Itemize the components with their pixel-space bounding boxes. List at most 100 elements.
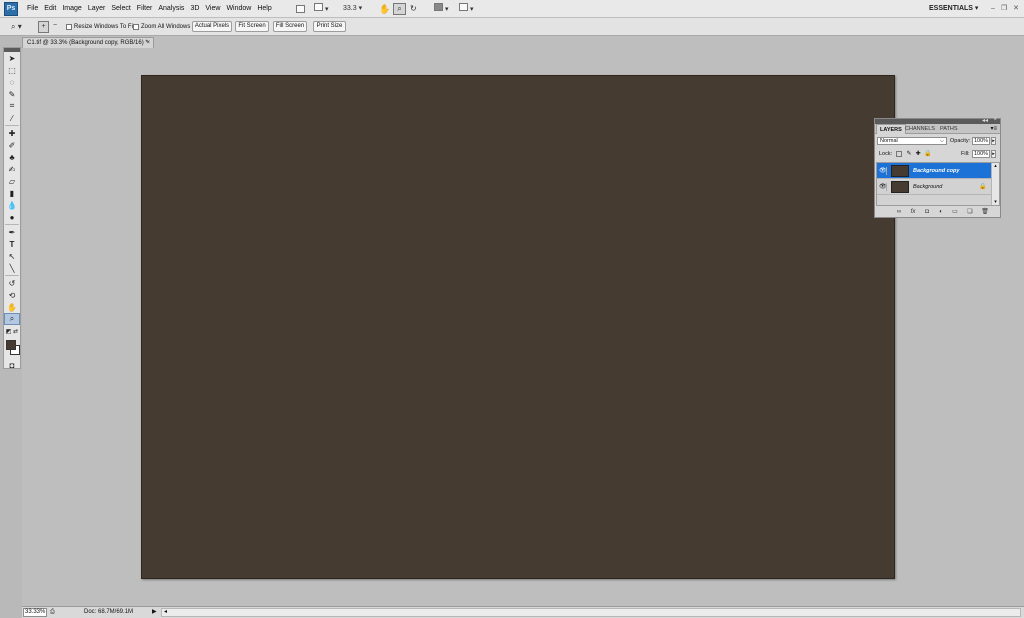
- lock-position-icon[interactable]: ✚: [915, 151, 921, 157]
- menu-3d[interactable]: 3D: [190, 0, 204, 18]
- new-layer-icon[interactable]: ❏: [966, 208, 974, 216]
- panel-close-icon[interactable]: ×: [993, 117, 997, 123]
- menu-bar: Ps File Edit Image Layer Select Filter A…: [0, 0, 1024, 18]
- layer-row-background[interactable]: 👁 Background 🔒: [877, 179, 992, 195]
- dodge-tool-icon[interactable]: ●: [4, 211, 20, 223]
- 3d-rotate-tool-icon[interactable]: ↺: [4, 277, 20, 289]
- checkbox-box: [66, 24, 72, 30]
- screen-mode-icon[interactable]: ▾: [314, 3, 336, 15]
- layer-list-scrollbar[interactable]: ▴ ▾: [991, 163, 999, 205]
- close-icon[interactable]: ✕: [1011, 3, 1021, 15]
- zoom-all-windows-checkbox[interactable]: Zoom All Windows: [133, 22, 190, 32]
- fill-screen-button[interactable]: Fill Screen: [273, 21, 307, 32]
- menu-filter[interactable]: Filter: [137, 0, 158, 18]
- line-tool-icon[interactable]: ╲: [4, 262, 20, 274]
- layer-name: Background: [913, 184, 943, 190]
- color-swatches: [4, 337, 20, 359]
- image-canvas[interactable]: [141, 75, 895, 579]
- blend-mode-select[interactable]: Normal ⌵: [877, 137, 947, 145]
- menu-window[interactable]: Window: [226, 0, 256, 18]
- scroll-up-icon[interactable]: ▴: [992, 163, 999, 169]
- document-tab[interactable]: C1.tif @ 33.3% (Background copy, RGB/16)…: [22, 37, 154, 48]
- actual-pixels-button[interactable]: Actual Pixels: [192, 21, 232, 32]
- hand-tool-icon[interactable]: ✋: [379, 3, 390, 15]
- menu-analysis[interactable]: Analysis: [158, 0, 189, 18]
- fit-screen-button[interactable]: Fit Screen: [235, 21, 269, 32]
- fill-field[interactable]: 100%: [972, 150, 990, 158]
- zoom-level-select[interactable]: 33.3 ▾: [343, 3, 367, 15]
- opacity-label: Opacity:: [950, 138, 971, 144]
- screen-layout-icon[interactable]: ▾: [459, 3, 479, 15]
- zoom-level-value: 33.3: [343, 5, 357, 12]
- lock-transparency-icon[interactable]: [896, 151, 902, 157]
- link-layers-icon[interactable]: ∞: [895, 208, 903, 216]
- quick-mask-icon[interactable]: ◘: [4, 359, 20, 371]
- status-info-icon[interactable]: ⎙: [50, 608, 55, 617]
- lock-pixels-icon[interactable]: ✎: [906, 151, 912, 157]
- move-tool-icon[interactable]: ➤: [4, 52, 20, 64]
- zoom-tool-icon[interactable]: ⌕: [4, 313, 20, 325]
- panel-menu-icon[interactable]: ▾≡: [990, 124, 997, 134]
- arrange-documents-icon[interactable]: ▾: [434, 3, 454, 15]
- eye-icon[interactable]: 👁: [879, 183, 887, 191]
- horizontal-scrollbar[interactable]: ◂: [161, 608, 1021, 617]
- zoom-out-icon[interactable]: −: [50, 21, 60, 33]
- history-brush-tool-icon[interactable]: ✍: [4, 163, 20, 175]
- rotate-view-icon[interactable]: ↻: [410, 3, 420, 15]
- type-tool-icon[interactable]: T: [4, 238, 20, 250]
- foreground-color-swatch[interactable]: [6, 340, 16, 350]
- path-selection-tool-icon[interactable]: ↖: [4, 250, 20, 262]
- lock-all-icon[interactable]: 🔒: [924, 151, 931, 157]
- healing-brush-tool-icon[interactable]: ✚: [4, 127, 20, 139]
- zoom-tool-icon[interactable]: ⌕: [393, 3, 406, 15]
- swap-colors-icon[interactable]: ◩ ⇄: [4, 325, 20, 337]
- zoom-in-icon[interactable]: +: [38, 21, 49, 33]
- menu-view[interactable]: View: [205, 0, 225, 18]
- crop-tool-icon[interactable]: ⌗: [4, 100, 20, 112]
- eye-icon[interactable]: 👁: [879, 167, 887, 175]
- tab-channels[interactable]: CHANNELS: [902, 124, 938, 134]
- blur-tool-icon[interactable]: 💧: [4, 199, 20, 211]
- close-document-icon[interactable]: ×: [146, 38, 150, 48]
- restore-icon[interactable]: ❐: [999, 3, 1009, 15]
- minimize-icon[interactable]: –: [988, 3, 998, 15]
- scroll-down-icon[interactable]: ▾: [992, 199, 999, 205]
- gradient-tool-icon[interactable]: ▮: [4, 187, 20, 199]
- layer-style-icon[interactable]: fx: [909, 208, 917, 216]
- eraser-tool-icon[interactable]: ▱: [4, 175, 20, 187]
- zoom-percentage-field[interactable]: 33.33%: [23, 608, 47, 617]
- adjustment-layer-icon[interactable]: ◐: [937, 208, 945, 216]
- menu-help[interactable]: Help: [257, 0, 276, 18]
- 3d-orbit-tool-icon[interactable]: ⟲: [4, 289, 20, 301]
- bridge-icon[interactable]: [296, 3, 307, 15]
- scroll-left-icon[interactable]: ◂: [164, 608, 167, 615]
- hand-tool-icon[interactable]: ✋: [4, 301, 20, 313]
- menu-layer[interactable]: Layer: [88, 0, 111, 18]
- status-menu-arrow-icon[interactable]: ▶: [152, 608, 159, 617]
- workspace-switcher[interactable]: ESSENTIALS ▾: [929, 0, 985, 18]
- layer-row-background-copy[interactable]: 👁 Background copy: [877, 163, 992, 179]
- add-mask-icon[interactable]: ◘: [923, 208, 931, 216]
- clone-stamp-tool-icon[interactable]: ♣: [4, 151, 20, 163]
- quick-selection-tool-icon[interactable]: ✎: [4, 88, 20, 100]
- blend-mode-value: Normal: [880, 138, 898, 144]
- menu-edit[interactable]: Edit: [44, 0, 61, 18]
- print-size-button[interactable]: Print Size: [313, 21, 346, 32]
- tool-preset-picker[interactable]: ⌕ ▾: [11, 21, 33, 33]
- lasso-tool-icon[interactable]: ◌: [4, 76, 20, 88]
- tab-paths[interactable]: PATHS: [937, 124, 961, 134]
- delete-layer-icon[interactable]: 🗑: [981, 208, 989, 216]
- fill-slider-arrow-icon[interactable]: ▸: [991, 150, 996, 158]
- menu-select[interactable]: Select: [111, 0, 135, 18]
- opacity-field[interactable]: 100%: [972, 137, 990, 145]
- resize-windows-checkbox[interactable]: Resize Windows To Fit: [66, 22, 135, 32]
- new-group-icon[interactable]: ▭: [951, 208, 959, 216]
- opacity-slider-arrow-icon[interactable]: ▸: [991, 137, 996, 145]
- marquee-tool-icon[interactable]: ⬚: [4, 64, 20, 76]
- menu-image[interactable]: Image: [62, 0, 86, 18]
- pen-tool-icon[interactable]: ✒: [4, 226, 20, 238]
- menu-file[interactable]: File: [27, 0, 43, 18]
- eyedropper-tool-icon[interactable]: ⁄: [4, 112, 20, 124]
- brush-tool-icon[interactable]: ✐: [4, 139, 20, 151]
- panel-collapse-icon[interactable]: ◂◂: [982, 117, 988, 124]
